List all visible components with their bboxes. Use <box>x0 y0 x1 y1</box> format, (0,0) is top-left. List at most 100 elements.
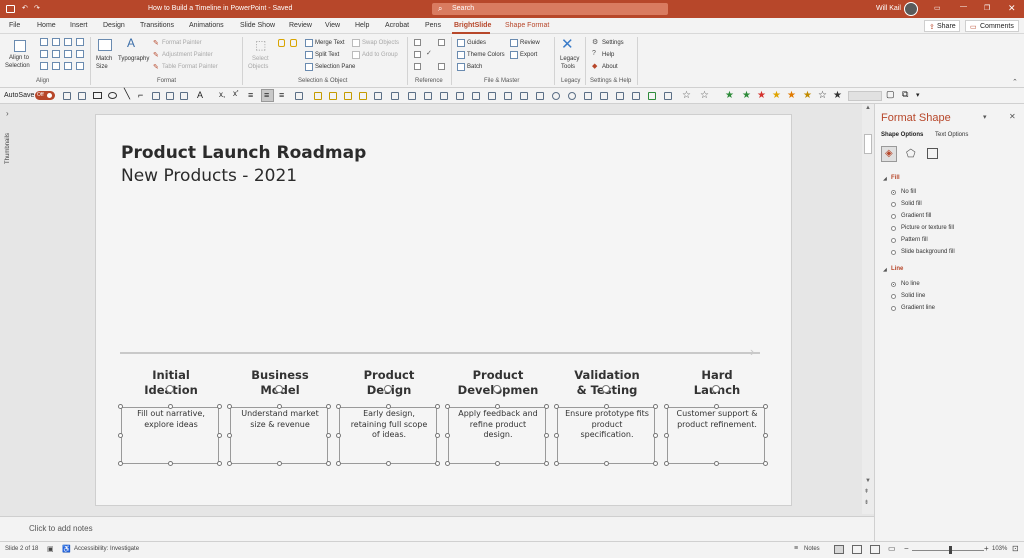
collapse-ribbon-icon[interactable]: ⌃ <box>1012 78 1018 86</box>
resize-handle[interactable] <box>495 404 500 409</box>
toolbar-icon[interactable] <box>166 92 174 100</box>
batch-label[interactable]: Batch <box>467 64 482 70</box>
tab-home[interactable]: Home <box>37 22 56 29</box>
toolbar-icon[interactable] <box>391 92 399 100</box>
pentagon-effects-icon[interactable]: ⬠ <box>906 147 916 160</box>
slide-subtitle[interactable]: New Products - 2021 <box>121 166 297 186</box>
line-section-title[interactable]: Line <box>891 266 903 272</box>
option-label[interactable]: Slide background fill <box>901 249 955 255</box>
resize-handle[interactable] <box>118 404 123 409</box>
tab-file[interactable]: File <box>9 22 20 29</box>
tab-animations[interactable]: Animations <box>189 22 224 29</box>
toolbar-icon[interactable] <box>536 92 544 100</box>
step-description-box[interactable]: Customer support & product refinement. <box>667 407 765 464</box>
radio-slide-background-fill[interactable] <box>891 250 896 255</box>
tab-acrobat[interactable]: Acrobat <box>385 22 409 29</box>
step-description-box[interactable]: Ensure prototype fits product specificat… <box>557 407 655 464</box>
toolbar-icon[interactable] <box>314 92 322 100</box>
star-icon[interactable]: ★ <box>742 89 751 103</box>
resize-handle[interactable] <box>763 433 768 438</box>
notes-pane[interactable]: Click to add notes <box>0 516 874 541</box>
zoom-level[interactable]: 103% <box>992 546 1007 552</box>
stretch-right-icon[interactable] <box>52 62 60 70</box>
star-icon[interactable]: ★ <box>757 89 766 103</box>
fill-line-tab[interactable]: ◈ <box>881 146 897 162</box>
step-description-box[interactable]: Fill out narrative, explore ideas <box>121 407 219 464</box>
format-painter-label[interactable]: Format Painter <box>162 40 202 46</box>
unlock-icon[interactable] <box>290 39 297 47</box>
resize-handle[interactable] <box>435 404 440 409</box>
star-icon[interactable]: ☆ <box>818 89 827 103</box>
rotation-handle[interactable] <box>166 385 174 393</box>
resize-handle[interactable] <box>217 433 222 438</box>
normal-view-icon[interactable] <box>834 545 844 554</box>
rectangle-icon[interactable] <box>93 92 102 99</box>
resize-handle[interactable] <box>763 461 768 466</box>
legacy-tools-label[interactable]: Legacy <box>560 56 579 62</box>
tab-help[interactable]: Help <box>355 22 369 29</box>
toolbar-icon[interactable] <box>472 92 480 100</box>
table-format-painter-label[interactable]: Table Format Painter <box>162 64 218 70</box>
rotation-handle[interactable] <box>602 385 610 393</box>
tab-slide-show[interactable]: Slide Show <box>240 22 275 29</box>
step-heading[interactable]: Hard Launch <box>667 368 767 398</box>
resize-handle[interactable] <box>217 404 222 409</box>
resize-handle[interactable] <box>664 433 669 438</box>
tab-transitions[interactable]: Transitions <box>140 22 174 29</box>
tab-pens[interactable]: Pens <box>425 22 441 29</box>
resize-handle[interactable] <box>544 461 549 466</box>
rotation-handle[interactable] <box>493 385 501 393</box>
align-center-icon[interactable] <box>52 38 60 46</box>
tab-view[interactable]: View <box>325 22 340 29</box>
step-description-box[interactable]: Understand market size & revenue <box>230 407 328 464</box>
toolbar-icon[interactable] <box>78 92 86 100</box>
resize-handle[interactable] <box>664 461 669 466</box>
resize-handle[interactable] <box>118 461 123 466</box>
font-color-icon[interactable]: A <box>197 90 203 100</box>
resize-handle[interactable] <box>544 433 549 438</box>
share-button[interactable]: ⇪ Share <box>924 20 960 32</box>
resize-handle[interactable] <box>554 433 559 438</box>
resize-handle[interactable] <box>653 404 658 409</box>
resize-handle[interactable] <box>714 461 719 466</box>
tab-brightslide[interactable]: BrightSlide <box>454 22 491 29</box>
comments-button[interactable]: ▭ Comments <box>965 20 1019 32</box>
resize-handle[interactable] <box>763 404 768 409</box>
stretch-left-icon[interactable] <box>40 62 48 70</box>
about-label[interactable]: About <box>602 64 618 70</box>
align-top-icon[interactable] <box>76 38 84 46</box>
align-to-selection-label[interactable]: Align to <box>9 55 29 61</box>
toolbar-icon[interactable] <box>520 92 528 100</box>
resize-handle[interactable] <box>554 404 559 409</box>
split-text-label[interactable]: Split Text <box>315 52 339 58</box>
star-icon[interactable]: ★ <box>772 89 781 103</box>
stretch-top-icon[interactable] <box>64 62 72 70</box>
resize-handle[interactable] <box>168 461 173 466</box>
reference-checkbox[interactable] <box>438 63 445 70</box>
close-icon[interactable]: ✕ <box>1008 3 1016 14</box>
select-objects-label[interactable]: Select <box>252 56 269 62</box>
add-to-group-label[interactable]: Add to Group <box>362 52 398 58</box>
resize-handle[interactable] <box>604 404 609 409</box>
toolbar-icon[interactable] <box>504 92 512 100</box>
tab-shape-format[interactable]: Shape Format <box>505 22 549 29</box>
toolbar-icon[interactable] <box>374 92 382 100</box>
tab-shape-options[interactable]: Shape Options <box>881 132 923 138</box>
select-objects-label2[interactable]: Objects <box>248 64 268 70</box>
toolbar-icon[interactable] <box>584 92 592 100</box>
fit-slide-icon[interactable]: ⊡ <box>1012 544 1019 553</box>
star-icon[interactable]: ★ <box>833 89 842 103</box>
reference-checkbox[interactable] <box>414 63 421 70</box>
align-text-right-icon[interactable]: ≡ <box>279 90 284 100</box>
match-size-label2[interactable]: Size <box>96 64 108 70</box>
resize-handle[interactable] <box>227 461 232 466</box>
radio-solid-line[interactable] <box>891 294 896 299</box>
distribute-vertical-icon[interactable] <box>76 50 84 58</box>
tab-text-options[interactable]: Text Options <box>935 132 968 138</box>
match-size-label[interactable]: Match <box>96 56 112 62</box>
selection-pane-label[interactable]: Selection Pane <box>315 64 355 70</box>
reading-view-icon[interactable] <box>870 545 880 554</box>
align-right-icon[interactable] <box>64 38 72 46</box>
ribbon-display-icon[interactable]: ▭ <box>934 4 941 12</box>
resize-handle[interactable] <box>604 461 609 466</box>
